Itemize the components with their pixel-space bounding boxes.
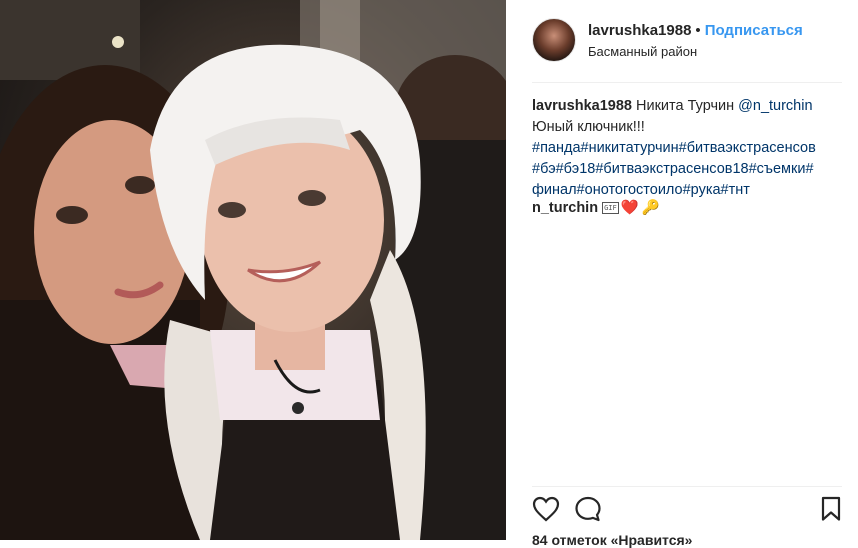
likes-count[interactable]: 84 отметок «Нравится» (532, 532, 692, 548)
follow-button[interactable]: Подписаться (705, 22, 803, 39)
post-side-panel: lavrushka1988 • Подписаться Басманный райо… (506, 0, 858, 548)
post-photo[interactable] (0, 0, 506, 540)
caption-hashtags-line2[interactable]: #бэ#бэ18#битваэкстрасенсов18#съемки# (532, 161, 814, 177)
avatar[interactable] (532, 18, 576, 62)
caption-hashtags-line3[interactable]: финал#онотогостоило#рука#тнт (532, 182, 750, 198)
caption-line2: Юный ключник!!! (532, 119, 645, 135)
header-username[interactable]: lavrushka1988 (588, 22, 691, 39)
caption: lavrushka1988 Никита Турчин @n_turchin Ю… (532, 96, 844, 201)
gif-badge: GIF (602, 202, 619, 214)
header-line: lavrushka1988 • Подписаться (588, 22, 803, 39)
photo-illustration (0, 0, 506, 540)
heart-emoji: ❤️ (620, 200, 639, 216)
comment-username[interactable]: n_turchin (532, 200, 598, 216)
separator-dot: • (695, 22, 701, 39)
key-emoji: 🔑 (641, 200, 660, 216)
location-link[interactable]: Басманный район (588, 44, 697, 59)
bookmark-icon[interactable] (820, 496, 842, 522)
comment: n_turchin GIF ❤️ 🔑 (532, 199, 660, 216)
caption-username[interactable]: lavrushka1988 (532, 98, 632, 114)
caption-text: Никита Турчин (636, 98, 735, 114)
header-divider (532, 82, 842, 83)
caption-hashtags-line1[interactable]: #панда#никитатурчин#битваэкстрасенсов (532, 140, 816, 156)
comment-icon[interactable] (574, 496, 602, 522)
actions-divider (532, 486, 842, 487)
caption-mention[interactable]: @n_turchin (738, 98, 812, 114)
action-bar (532, 496, 842, 526)
heart-icon[interactable] (532, 496, 560, 522)
post-header: lavrushka1988 • Подписаться Басманный райо… (532, 18, 842, 66)
